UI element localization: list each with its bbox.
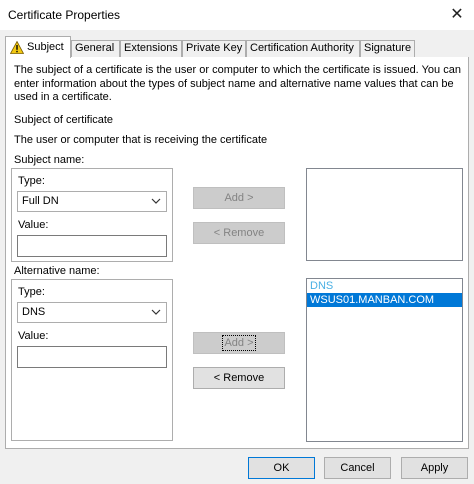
subject-add-button[interactable]: Add > — [193, 187, 285, 209]
chevron-down-icon — [151, 198, 161, 204]
tab-signature[interactable]: Signature — [360, 40, 415, 57]
alternative-name-listbox[interactable]: DNS WSUS01.MANBAN.COM — [306, 278, 463, 442]
ok-button[interactable]: OK — [248, 457, 315, 479]
warning-icon — [10, 41, 24, 54]
alternative-remove-button[interactable]: < Remove — [193, 367, 285, 389]
apply-button[interactable]: Apply — [401, 457, 468, 479]
list-group-header: DNS — [310, 280, 334, 292]
list-item[interactable]: WSUS01.MANBAN.COM — [307, 293, 462, 307]
subject-name-label: Subject name: — [14, 154, 85, 166]
tab-private-key[interactable]: Private Key — [182, 40, 246, 57]
alternative-type-value: DNS — [22, 306, 46, 318]
alternative-value-label: Value: — [18, 330, 49, 342]
close-icon[interactable]: ✕ — [448, 6, 466, 24]
alternative-value-input[interactable] — [17, 346, 167, 368]
subject-value-label: Value: — [18, 219, 49, 231]
alternative-add-button-label: Add > — [222, 335, 256, 351]
alternative-type-label: Type: — [18, 286, 45, 298]
subject-name-listbox[interactable] — [306, 168, 463, 261]
subject-of-certificate-text: The user or computer that is receiving t… — [14, 134, 268, 146]
cancel-button[interactable]: Cancel — [324, 457, 391, 479]
subject-remove-button[interactable]: < Remove — [193, 222, 285, 244]
tab-certification-authority[interactable]: Certification Authority — [246, 40, 360, 57]
alternative-type-dropdown[interactable]: DNS — [17, 302, 167, 323]
subject-value-input[interactable] — [17, 235, 167, 257]
chevron-down-icon — [151, 309, 161, 315]
tab-subject-label: Subject — [27, 41, 64, 53]
subject-of-certificate-heading: Subject of certificate — [14, 114, 114, 126]
tab-extensions[interactable]: Extensions — [120, 40, 182, 57]
subject-type-label: Type: — [18, 175, 45, 187]
description-text: The subject of a certificate is the user… — [14, 64, 461, 103]
alternative-name-label: Alternative name: — [14, 265, 100, 277]
window-title: Certificate Properties — [8, 8, 121, 22]
subject-type-value: Full DN — [22, 195, 59, 207]
tab-subject[interactable]: Subject — [5, 36, 71, 58]
tab-general[interactable]: General — [71, 40, 120, 57]
subject-type-dropdown[interactable]: Full DN — [17, 191, 167, 212]
alternative-add-button[interactable]: Add > — [193, 332, 285, 354]
